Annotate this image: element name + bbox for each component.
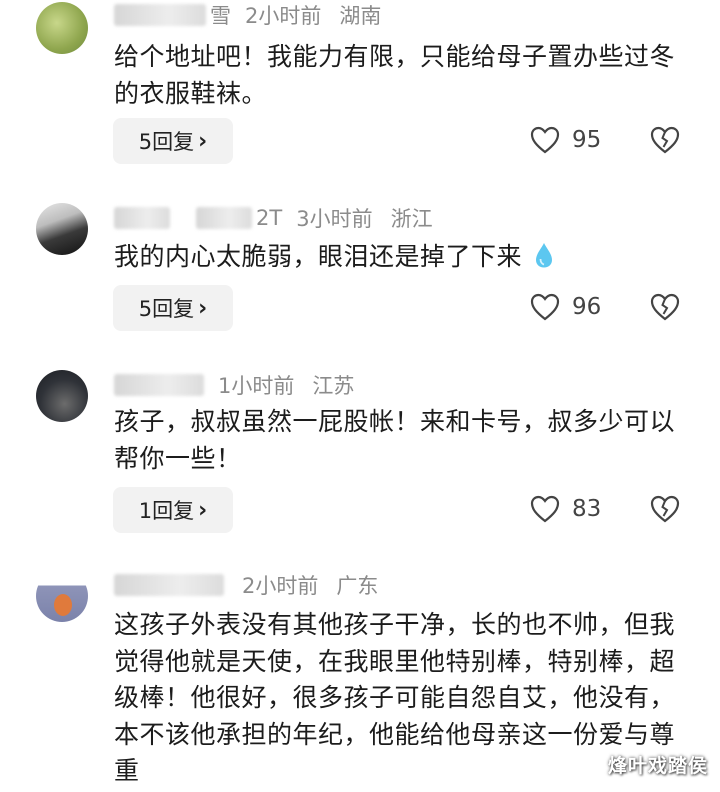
comment-location: 江苏 <box>312 374 355 398</box>
avatar-figure <box>54 594 72 616</box>
comment-time: 3小时前 <box>296 207 373 231</box>
reply-count: 5回复 <box>138 297 195 321</box>
comment-meta: 雪 2小时前 湖南 <box>114 0 381 30</box>
broken-heart-icon[interactable] <box>650 125 680 155</box>
heart-outline-icon <box>530 495 560 523</box>
reply-count: 5回复 <box>138 130 195 154</box>
comment-text: 给个地址吧！我能力有限，只能给母子置办些过冬的衣服鞋袜。 <box>114 42 676 108</box>
view-replies-button[interactable]: 5回复 › <box>113 285 233 331</box>
avatar[interactable] <box>36 2 88 54</box>
comment-meta: 2小时前 广东 <box>114 570 378 600</box>
like-button[interactable]: 83 <box>530 489 601 529</box>
username-blurred[interactable] <box>114 574 224 596</box>
like-button[interactable]: 95 <box>530 120 601 160</box>
username-blurred[interactable] <box>114 207 170 229</box>
watermark: 烽叶戏踏侯 <box>607 755 708 777</box>
username-blurred[interactable] <box>114 374 204 396</box>
username-tail[interactable]: 雪 <box>210 0 231 30</box>
view-replies-button[interactable]: 1回复 › <box>113 487 233 533</box>
comment-location: 广东 <box>336 574 379 598</box>
droplet-emoji <box>536 243 553 268</box>
like-count: 95 <box>572 127 602 153</box>
chevron-right-icon: › <box>198 497 208 523</box>
comment-location: 湖南 <box>339 4 382 28</box>
comment-location: 浙江 <box>390 207 433 231</box>
username-blurred[interactable] <box>114 4 206 26</box>
comment-text: 我的内心太脆弱，眼泪还是掉了下来 <box>114 238 694 275</box>
like-button[interactable]: 96 <box>530 287 601 327</box>
username-blurred[interactable] <box>196 207 252 229</box>
comment-time: 2小时前 <box>242 574 319 598</box>
comment-meta: 2T 3小时前 浙江 <box>114 203 433 233</box>
view-replies-button[interactable]: 5回复 › <box>113 118 233 164</box>
heart-outline-icon <box>530 126 560 154</box>
heart-outline-icon <box>530 293 560 321</box>
username-tail[interactable]: 2T <box>256 206 282 230</box>
avatar[interactable] <box>36 570 88 622</box>
comment-text: 孩子，叔叔虽然一屁股帐！来和卡号，叔多少可以帮你一些！ <box>114 407 676 473</box>
like-count: 83 <box>572 496 602 522</box>
chevron-right-icon: › <box>198 295 208 321</box>
avatar[interactable] <box>36 203 88 255</box>
like-count: 96 <box>572 294 602 320</box>
avatar[interactable] <box>36 370 88 422</box>
comment-time: 2小时前 <box>245 4 322 28</box>
chevron-right-icon: › <box>198 128 208 154</box>
comment-text-content: 我的内心太脆弱，眼泪还是掉了下来 <box>114 242 523 271</box>
reply-count: 1回复 <box>138 499 195 523</box>
comment-meta: 1小时前 江苏 <box>114 370 354 400</box>
comment-time: 1小时前 <box>218 374 295 398</box>
broken-heart-icon[interactable] <box>650 494 680 524</box>
broken-heart-icon[interactable] <box>650 292 680 322</box>
